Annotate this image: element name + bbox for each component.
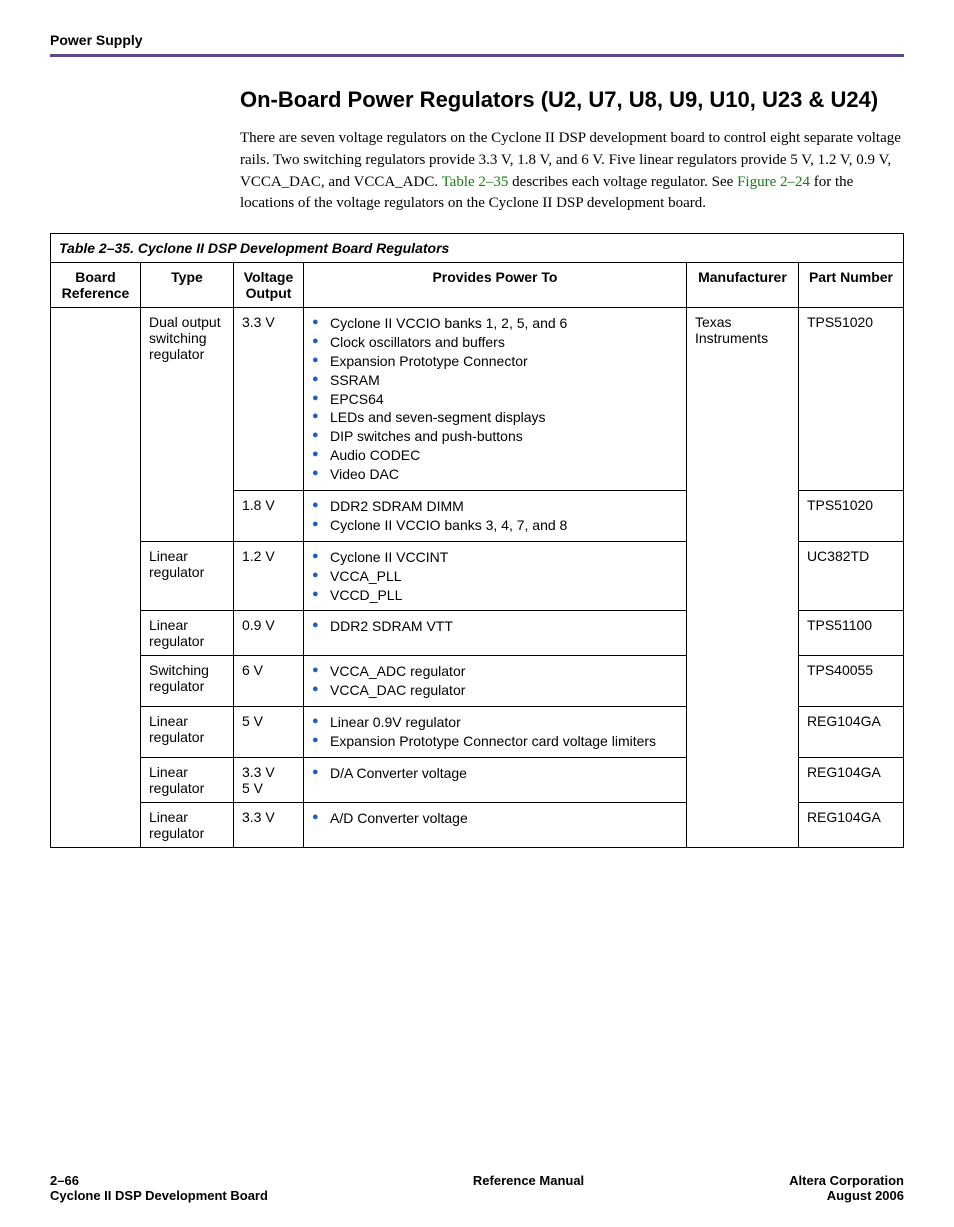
col-header-board-reference: Board Reference <box>51 263 141 308</box>
cell-voltage: 1.8 V <box>234 491 304 542</box>
cell-voltage: 3.3 V 5 V <box>234 758 304 803</box>
cell-part-number: REG104GA <box>798 758 903 803</box>
cell-voltage: 3.3 V <box>234 803 304 848</box>
footer-center: Reference Manual <box>268 1173 789 1203</box>
intro-text-2: describes each voltage regulator. See <box>508 174 737 190</box>
cell-provides: Linear 0.9V regulator Expansion Prototyp… <box>304 707 687 758</box>
bullet-item: DDR2 SDRAM DIMM <box>312 497 678 516</box>
cell-part-number: TPS51100 <box>798 611 903 656</box>
cell-type: Linear regulator <box>141 758 234 803</box>
cell-provides: A/D Converter voltage <box>304 803 687 848</box>
cell-type: Linear regulator <box>141 611 234 656</box>
page-footer: 2–66 Cyclone II DSP Development Board Re… <box>50 1149 904 1203</box>
cell-manufacturer: Texas Instruments <box>686 308 798 848</box>
bullet-item: Audio CODEC <box>312 446 678 465</box>
regulators-table: Table 2–35. Cyclone II DSP Development B… <box>50 233 904 848</box>
bullet-item: A/D Converter voltage <box>312 809 678 828</box>
bullet-item: VCCA_DAC regulator <box>312 681 678 700</box>
footer-company: Altera Corporation <box>789 1173 904 1188</box>
bullet-item: DIP switches and push-buttons <box>312 427 678 446</box>
intro-paragraph: There are seven voltage regulators on th… <box>240 128 904 215</box>
bullet-item: Clock oscillators and buffers <box>312 333 678 352</box>
cell-board-reference <box>51 308 141 848</box>
cell-provides: Cyclone II VCCIO banks 1, 2, 5, and 6 Cl… <box>304 308 687 491</box>
cell-provides: DDR2 SDRAM DIMM Cyclone II VCCIO banks 3… <box>304 491 687 542</box>
cell-type: Linear regulator <box>141 541 234 611</box>
col-header-manufacturer: Manufacturer <box>686 263 798 308</box>
table-caption: Table 2–35. Cyclone II DSP Development B… <box>51 234 904 263</box>
footer-date: August 2006 <box>789 1188 904 1203</box>
cell-part-number: TPS51020 <box>798 491 903 542</box>
table-caption-row: Table 2–35. Cyclone II DSP Development B… <box>51 234 904 263</box>
bullet-item: Video DAC <box>312 465 678 484</box>
cell-type: Switching regulator <box>141 656 234 707</box>
bullet-item: LEDs and seven-segment displays <box>312 408 678 427</box>
cell-part-number: TPS40055 <box>798 656 903 707</box>
cell-provides: DDR2 SDRAM VTT <box>304 611 687 656</box>
col-header-type: Type <box>141 263 234 308</box>
bullet-item: VCCA_ADC regulator <box>312 662 678 681</box>
bullet-item: Cyclone II VCCINT <box>312 548 678 567</box>
cell-voltage: 3.3 V <box>234 308 304 491</box>
bullet-item: Cyclone II VCCIO banks 1, 2, 5, and 6 <box>312 314 678 333</box>
voltage-line-1: 3.3 V <box>242 764 275 780</box>
cell-voltage: 0.9 V <box>234 611 304 656</box>
cell-voltage: 6 V <box>234 656 304 707</box>
cell-part-number: REG104GA <box>798 707 903 758</box>
bullet-item: VCCD_PLL <box>312 586 678 605</box>
cell-voltage: 5 V <box>234 707 304 758</box>
bullet-item: SSRAM <box>312 371 678 390</box>
table-header-row: Board Reference Type Voltage Output Prov… <box>51 263 904 308</box>
cell-type: Linear regulator <box>141 707 234 758</box>
section-title: On-Board Power Regulators (U2, U7, U8, U… <box>240 87 904 113</box>
bullet-item: DDR2 SDRAM VTT <box>312 617 678 636</box>
bullet-item: Expansion Prototype Connector card volta… <box>312 732 678 751</box>
cell-provides: VCCA_ADC regulator VCCA_DAC regulator <box>304 656 687 707</box>
voltage-line-2: 5 V <box>242 780 263 796</box>
cell-part-number: UC382TD <box>798 541 903 611</box>
cell-provides: Cyclone II VCCINT VCCA_PLL VCCD_PLL <box>304 541 687 611</box>
cell-part-number: TPS51020 <box>798 308 903 491</box>
running-head: Power Supply <box>50 32 904 48</box>
footer-doc-title: Cyclone II DSP Development Board <box>50 1188 268 1203</box>
bullet-item: Cyclone II VCCIO banks 3, 4, 7, and 8 <box>312 516 678 535</box>
cell-voltage: 1.2 V <box>234 541 304 611</box>
col-header-part-number: Part Number <box>798 263 903 308</box>
cell-type: Linear regulator <box>141 803 234 848</box>
bullet-item: EPCS64 <box>312 390 678 409</box>
cell-type: Dual output switching regulator <box>141 308 234 542</box>
cell-provides: D/A Converter voltage <box>304 758 687 803</box>
bullet-item: Linear 0.9V regulator <box>312 713 678 732</box>
table-row: Dual output switching regulator 3.3 V Cy… <box>51 308 904 491</box>
bullet-item: VCCA_PLL <box>312 567 678 586</box>
footer-page-number: 2–66 <box>50 1173 268 1188</box>
bullet-item: D/A Converter voltage <box>312 764 678 783</box>
figure-link[interactable]: Figure 2–24 <box>737 174 810 190</box>
col-header-voltage-output: Voltage Output <box>234 263 304 308</box>
cell-part-number: REG104GA <box>798 803 903 848</box>
col-header-provides-power-to: Provides Power To <box>304 263 687 308</box>
header-rule <box>50 54 904 57</box>
bullet-item: Expansion Prototype Connector <box>312 352 678 371</box>
table-link[interactable]: Table 2–35 <box>442 174 509 190</box>
